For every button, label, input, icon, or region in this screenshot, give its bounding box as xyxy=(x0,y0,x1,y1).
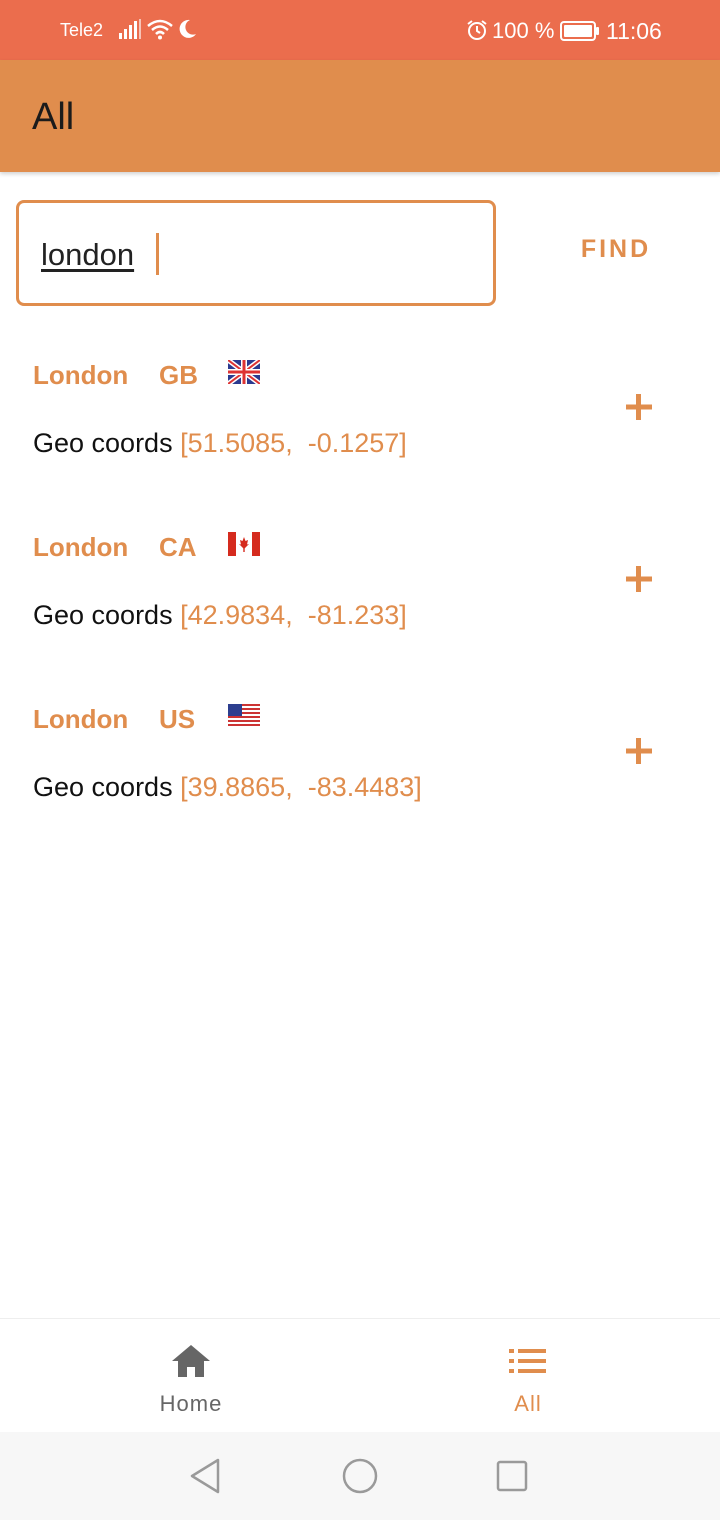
result-coords: Geo coords [39.8865, -83.4483] xyxy=(33,772,422,803)
alarm-icon xyxy=(466,19,488,46)
plus-icon xyxy=(626,566,652,592)
home-circle-icon[interactable] xyxy=(340,1456,380,1496)
plus-icon xyxy=(626,738,652,764)
bottom-navigation: Home All xyxy=(0,1318,720,1432)
result-item: London GB Geo coords [51.5085, -0.1257] xyxy=(0,358,720,510)
search-input[interactable]: london xyxy=(16,200,496,306)
coords-label: Geo coords xyxy=(33,428,173,458)
screen: Tele2 100 % 11:06 All london FIND London… xyxy=(0,0,720,1520)
clock-time: 11:06 xyxy=(606,18,662,44)
back-icon[interactable] xyxy=(186,1456,226,1496)
moon-icon xyxy=(176,18,198,45)
coords-value: [51.5085, -0.1257] xyxy=(180,428,407,458)
battery-icon xyxy=(560,21,600,46)
signal-icon xyxy=(118,18,142,45)
coords-label: Geo coords xyxy=(33,600,173,630)
result-country: US xyxy=(159,704,196,734)
home-icon xyxy=(169,1343,213,1379)
result-country: GB xyxy=(159,360,198,390)
coords-value: [42.9834, -81.233] xyxy=(180,600,407,630)
add-button[interactable] xyxy=(620,732,658,770)
nav-item-home[interactable]: Home xyxy=(91,1319,291,1433)
result-country: CA xyxy=(159,532,197,562)
plus-icon xyxy=(626,394,652,420)
result-coords: Geo coords [42.9834, -81.233] xyxy=(33,600,407,631)
status-bar: Tele2 100 % 11:06 xyxy=(0,0,720,60)
result-item: London US Geo coords [39.8865, -83.4483] xyxy=(0,704,720,854)
carrier-name: Tele2 xyxy=(60,20,104,40)
coords-label: Geo coords xyxy=(33,772,173,802)
app-bar: All xyxy=(0,60,720,172)
battery-percentage: 100 % xyxy=(492,18,555,43)
canada-flag-icon xyxy=(228,532,260,556)
uk-flag-icon xyxy=(226,358,262,386)
add-button[interactable] xyxy=(620,388,658,426)
recents-icon[interactable] xyxy=(492,1456,532,1496)
coords-value: [39.8865, -83.4483] xyxy=(180,772,422,802)
nav-label-all: All xyxy=(514,1391,542,1416)
result-coords: Geo coords [51.5085, -0.1257] xyxy=(33,428,407,459)
add-button[interactable] xyxy=(620,560,658,598)
find-button[interactable]: FIND xyxy=(560,224,672,274)
system-navigation-bar xyxy=(0,1432,720,1520)
page-title: All xyxy=(32,96,75,138)
nav-label-home: Home xyxy=(159,1391,223,1416)
result-city: London xyxy=(33,360,129,390)
search-input-value: london xyxy=(41,237,135,272)
us-flag-icon xyxy=(228,704,260,728)
nav-item-all[interactable]: All xyxy=(428,1319,628,1433)
result-city: London xyxy=(33,532,129,562)
text-cursor xyxy=(156,233,159,275)
wifi-icon xyxy=(146,18,174,45)
result-city: London xyxy=(33,704,129,734)
result-item: London CA Geo coords [42.9834, -81.233] xyxy=(0,532,720,682)
list-icon xyxy=(506,1343,550,1379)
